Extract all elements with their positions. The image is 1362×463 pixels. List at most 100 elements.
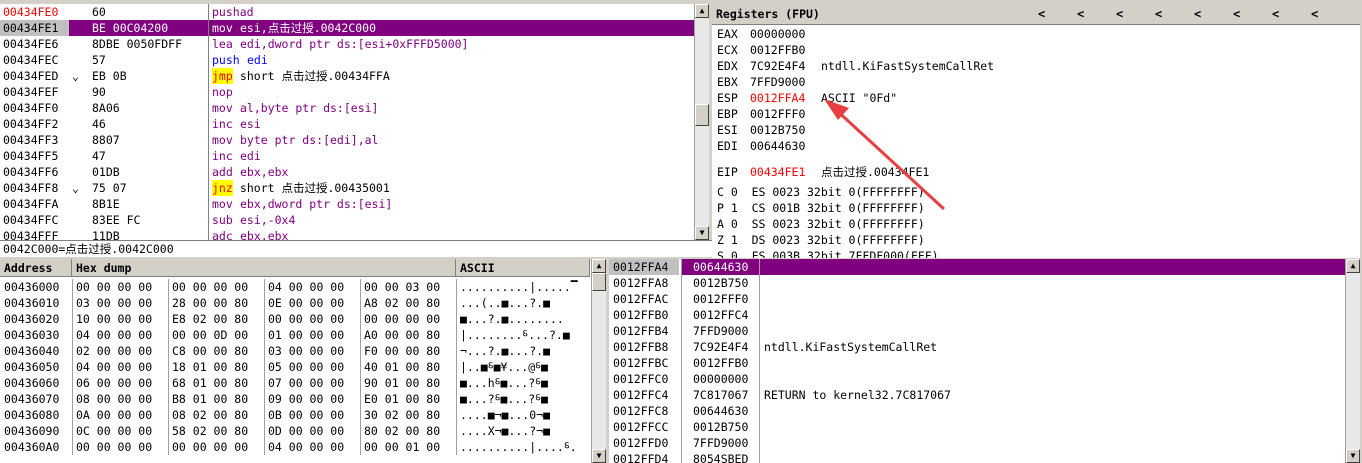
disasm-row[interactable]: 00434FE0 60 pushad: [0, 4, 694, 20]
register-row[interactable]: ESI 0012B750: [712, 122, 1360, 138]
stack-value-cell[interactable]: [682, 275, 1345, 291]
stack-row[interactable]: 0012FFCC 0012B750: [609, 419, 1345, 435]
stack-row[interactable]: 0012FFA8 0012B750: [609, 275, 1345, 291]
stack-value[interactable]: 7C92E4F4: [693, 339, 748, 355]
stack-value-cell[interactable]: [682, 355, 1345, 371]
dump-row[interactable]: 00436070 08 00 00 00 B8 01 00 80 09 00 00 0…: [0, 391, 591, 407]
stack-row[interactable]: 0012FFA4 00644630: [609, 259, 1345, 275]
stack-value-cell[interactable]: [682, 419, 1345, 435]
stack-value[interactable]: 7FFD9000: [693, 435, 748, 451]
scroll-thumb[interactable]: [592, 273, 606, 291]
dump-row[interactable]: 004360A0 00 00 00 00 00 00 00 00 04 00 00 0…: [0, 439, 591, 455]
disassembly-pane[interactable]: 00434FE0 60 pushad 00434FE1 BE 00C04200 mov e…: [0, 4, 709, 240]
dump-row[interactable]: 00436080 0A 00 00 00 08 02 00 80 0B 00 00 0…: [0, 407, 591, 423]
dump-row[interactable]: 00436060 06 00 00 00 68 01 00 80 07 00 00 0…: [0, 375, 591, 391]
stack-value[interactable]: 8054SBED: [693, 451, 748, 463]
register-row[interactable]: EBP 0012FFF0: [712, 106, 1360, 122]
nav-arrow-button[interactable]: <: [1311, 4, 1318, 24]
nav-arrow-button[interactable]: <: [1116, 4, 1123, 24]
register-value[interactable]: 00000000: [750, 26, 805, 42]
stack-value[interactable]: 7C817067: [693, 387, 748, 403]
disasm-row[interactable]: 00434FEC 57 push edi: [0, 52, 694, 68]
register-value[interactable]: 0012FFB0: [750, 42, 805, 58]
column-hex-dump[interactable]: Hex dump: [72, 259, 456, 277]
stack-value[interactable]: 0012FFB0: [693, 355, 748, 371]
register-row[interactable]: EAX 00000000: [712, 26, 1360, 42]
disasm-row[interactable]: 00434FF3 8807 mov byte ptr ds:[edi],al: [0, 132, 694, 148]
register-value[interactable]: 00644630: [750, 138, 805, 154]
register-row[interactable]: EDX 7C92E4F4 ntdll.KiFastSystemCallRet: [712, 58, 1360, 74]
disasm-row[interactable]: 00434FE1 BE 00C04200 mov esi,点击过授.0042C000: [0, 20, 694, 36]
stack-value[interactable]: 00644630: [693, 403, 748, 419]
stack-value-cell[interactable]: [682, 435, 1345, 451]
dump-row[interactable]: 00436000 00 00 00 00 00 00 00 00 04 00 00 0…: [0, 279, 591, 295]
disassembly-scrollbar[interactable]: ▲ ▼: [694, 4, 709, 240]
hex-dump-pane[interactable]: Address Hex dump ASCII 00436000 00 00 00 …: [0, 259, 606, 463]
disasm-row[interactable]: 00434FF5 47 inc edi: [0, 148, 694, 164]
column-ascii[interactable]: ASCII: [456, 259, 590, 277]
dump-row[interactable]: 00436050 04 00 00 00 18 01 00 80 05 00 00 0…: [0, 359, 591, 375]
register-row[interactable]: EDI 00644630: [712, 138, 1360, 154]
flag-segment-row[interactable]: Z 1 DS 0023 32bit 0(FFFFFFFF): [717, 232, 1360, 248]
dump-row[interactable]: 00436020 10 00 00 00 E8 02 00 80 00 00 00 0…: [0, 311, 591, 327]
stack-row[interactable]: 0012FFC4 7C817067 RETURN to kernel32.7C817…: [609, 387, 1345, 403]
disasm-row[interactable]: 00434FE6 8DBE 0050FDFF lea edi,dword ptr d…: [0, 36, 694, 52]
register-value[interactable]: 0012B750: [750, 122, 805, 138]
nav-arrow-button[interactable]: <: [1038, 4, 1045, 24]
stack-pane[interactable]: 0012FFA4 00644630 0012FFA8 0012B750 0012FFAC…: [609, 259, 1360, 463]
nav-arrow-button[interactable]: <: [1194, 4, 1201, 24]
flag-segment-row[interactable]: S 0 FS 003B 32bit 7FFDF000(FFF): [717, 248, 1360, 258]
stack-value[interactable]: 0012B750: [693, 419, 748, 435]
registers-pane[interactable]: Registers (FPU) < < < < < < < < EAX 00000000 ECX 0…: [712, 4, 1360, 258]
stack-row[interactable]: 0012FFC0 00000000: [609, 371, 1345, 387]
stack-row[interactable]: 0012FFC8 00644630: [609, 403, 1345, 419]
stack-row[interactable]: 0012FFD4 8054SBED: [609, 451, 1345, 463]
disasm-row[interactable]: 00434FEF 90 nop: [0, 84, 694, 100]
register-row[interactable]: ESP 0012FFA4 ASCII "0Fd": [712, 90, 1360, 106]
stack-value-cell[interactable]: [682, 323, 1345, 339]
scroll-up-button[interactable]: ▲: [1346, 259, 1360, 273]
stack-value-cell[interactable]: [682, 403, 1345, 419]
flag-segment-row[interactable]: C 0 ES 0023 32bit 0(FFFFFFFF): [717, 184, 1360, 200]
register-value[interactable]: 7FFD9000: [750, 74, 805, 90]
disasm-row[interactable]: 00434FFF 11DB adc ebx,ebx: [0, 228, 694, 240]
scroll-down-button[interactable]: ▼: [1346, 449, 1360, 463]
register-value[interactable]: 7C92E4F4: [750, 58, 805, 74]
disasm-row[interactable]: 00434FF6 01DB add ebx,ebx: [0, 164, 694, 180]
stack-row[interactable]: 0012FFD0 7FFD9000: [609, 435, 1345, 451]
register-value[interactable]: 0012FFA4: [750, 90, 805, 106]
nav-arrow-button[interactable]: <: [1233, 4, 1240, 24]
stack-row[interactable]: 0012FFB4 7FFD9000: [609, 323, 1345, 339]
scroll-up-button[interactable]: ▲: [592, 259, 606, 273]
flag-segment-row[interactable]: P 1 CS 001B 32bit 0(FFFFFFFF): [717, 200, 1360, 216]
stack-value[interactable]: 0012FFC4: [693, 307, 748, 323]
register-row[interactable]: ECX 0012FFB0: [712, 42, 1360, 58]
stack-value-cell[interactable]: [682, 291, 1345, 307]
dump-scrollbar[interactable]: ▲ ▼: [591, 259, 606, 463]
disasm-row[interactable]: 00434FF0 8A06 mov al,byte ptr ds:[esi]: [0, 100, 694, 116]
disasm-row[interactable]: 00434FFC 83EE FC sub esi,-0x4: [0, 212, 694, 228]
scroll-down-button[interactable]: ▼: [695, 226, 709, 240]
stack-value-cell[interactable]: [682, 371, 1345, 387]
stack-value-cell[interactable]: [682, 259, 1345, 275]
nav-arrow-button[interactable]: <: [1272, 4, 1279, 24]
stack-value[interactable]: 0012FFF0: [693, 291, 748, 307]
register-value[interactable]: 0012FFF0: [750, 106, 805, 122]
stack-row[interactable]: 0012FFAC 0012FFF0: [609, 291, 1345, 307]
nav-arrow-button[interactable]: <: [1155, 4, 1162, 24]
scroll-down-button[interactable]: ▼: [592, 449, 606, 463]
disasm-row[interactable]: 00434FFA 8B1E mov ebx,dword ptr ds:[esi]: [0, 196, 694, 212]
dump-row[interactable]: 00436090 0C 00 00 00 58 02 00 80 0D 00 00 0…: [0, 423, 591, 439]
stack-value[interactable]: 7FFD9000: [693, 323, 748, 339]
dump-row[interactable]: 00436030 04 00 00 00 00 00 0D 00 01 00 00 0…: [0, 327, 591, 343]
dump-row[interactable]: 00436040 02 00 00 00 C8 00 00 80 03 00 00 0…: [0, 343, 591, 359]
dump-row[interactable]: 00436010 03 00 00 00 28 00 00 80 0E 00 00 0…: [0, 295, 591, 311]
stack-value[interactable]: 00000000: [693, 371, 748, 387]
stack-row[interactable]: 0012FFB8 7C92E4F4 ntdll.KiFastSystemCallRe…: [609, 339, 1345, 355]
stack-value[interactable]: 0012B750: [693, 275, 748, 291]
register-value[interactable]: 00434FE1: [750, 164, 805, 180]
stack-row[interactable]: 0012FFBC 0012FFB0: [609, 355, 1345, 371]
stack-row[interactable]: 0012FFB0 0012FFC4: [609, 307, 1345, 323]
register-row-eip[interactable]: EIP 00434FE1 点击过授.00434FE1: [712, 164, 1360, 180]
flag-segment-row[interactable]: A 0 SS 0023 32bit 0(FFFFFFFF): [717, 216, 1360, 232]
